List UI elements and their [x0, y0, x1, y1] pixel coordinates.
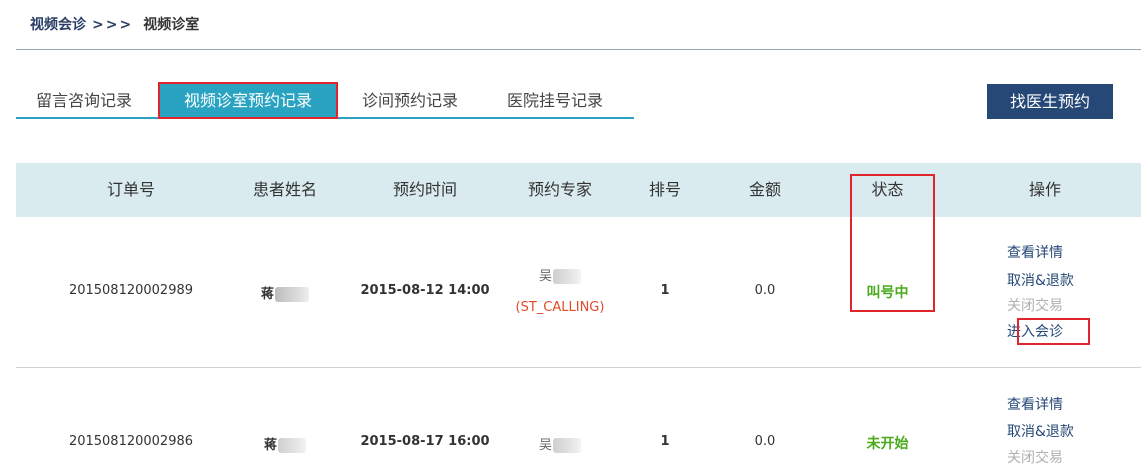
column-header-order-no: 订单号 — [106, 180, 155, 199]
breadcrumb: 视频会诊 >>> 视频诊室 — [30, 14, 199, 34]
breadcrumb-root[interactable]: 视频会诊 — [30, 17, 86, 33]
view-details-link[interactable]: 查看详情 — [1007, 394, 1063, 414]
patient-name-text: 蒋 — [263, 438, 277, 453]
column-header-actions: 操作 — [1028, 180, 1061, 199]
redacted-name-mask — [278, 438, 306, 453]
redacted-name-mask — [275, 287, 309, 302]
close-transaction-link: 关闭交易 — [1007, 450, 1063, 466]
find-doctor-button[interactable]: 找医生预约 — [987, 84, 1113, 119]
redacted-name-mask — [553, 438, 581, 453]
patient-name-text: 蒋 — [260, 287, 274, 302]
expert-name: 吴 — [495, 434, 625, 453]
column-header-appointment-time: 预约时间 — [392, 180, 457, 199]
table-header: 订单号 患者姓名 预约时间 预约专家 排号 金额 状态 操作 — [16, 163, 1141, 217]
status-badge: 未开始 — [866, 436, 909, 452]
order-number: 201508120002986 — [68, 434, 194, 449]
amount: 0.0 — [754, 283, 776, 298]
order-number: 201508120002989 — [68, 283, 194, 298]
view-details-link[interactable]: 查看详情 — [1007, 242, 1063, 262]
appointment-time: 2015-08-17 16:00 — [360, 434, 490, 449]
queue-number: 1 — [660, 283, 670, 298]
expert-status-code: (ST_CALLING) — [515, 300, 605, 315]
table-row: 201508120002989 蒋 2015-08-12 14:00 吴 (ST… — [16, 217, 1141, 367]
column-header-expert: 预约专家 — [527, 180, 592, 199]
table-row: 201508120002986 蒋 2015-08-17 16:00 吴 1 0… — [16, 368, 1141, 475]
appointment-time: 2015-08-12 14:00 — [360, 283, 490, 298]
column-header-queue: 排号 — [648, 180, 681, 199]
queue-number: 1 — [660, 434, 670, 449]
column-header-patient-name: 患者姓名 — [252, 180, 317, 199]
tab-video-clinic-records[interactable]: 视频诊室预约记录 — [158, 82, 338, 119]
breadcrumb-current: 视频诊室 — [143, 17, 200, 33]
amount: 0.0 — [754, 434, 776, 449]
expert-name: 吴 — [495, 265, 625, 284]
tab-message-consult-records[interactable]: 留言咨询记录 — [24, 84, 144, 117]
expert-name-text: 吴 — [538, 269, 552, 284]
patient-name: 蒋 — [215, 434, 355, 453]
tab-clinic-appointment-records[interactable]: 诊间预约记录 — [350, 84, 470, 117]
patient-name: 蒋 — [215, 283, 355, 302]
redacted-name-mask — [553, 269, 581, 284]
cancel-refund-link[interactable]: 取消&退款 — [1007, 421, 1074, 441]
record-tabs: 留言咨询记录 视频诊室预约记录 诊间预约记录 医院挂号记录 — [16, 82, 634, 119]
header-divider — [16, 49, 1141, 50]
tab-hospital-registration-records[interactable]: 医院挂号记录 — [495, 84, 615, 117]
column-header-amount: 金额 — [748, 180, 781, 199]
close-transaction-link: 关闭交易 — [1007, 298, 1063, 314]
breadcrumb-separator: >>> — [92, 17, 134, 33]
expert-name-text: 吴 — [538, 438, 552, 453]
cancel-refund-link[interactable]: 取消&退款 — [1007, 270, 1074, 290]
enter-consultation-highlight — [1017, 318, 1090, 345]
status-column-highlight — [850, 174, 935, 312]
